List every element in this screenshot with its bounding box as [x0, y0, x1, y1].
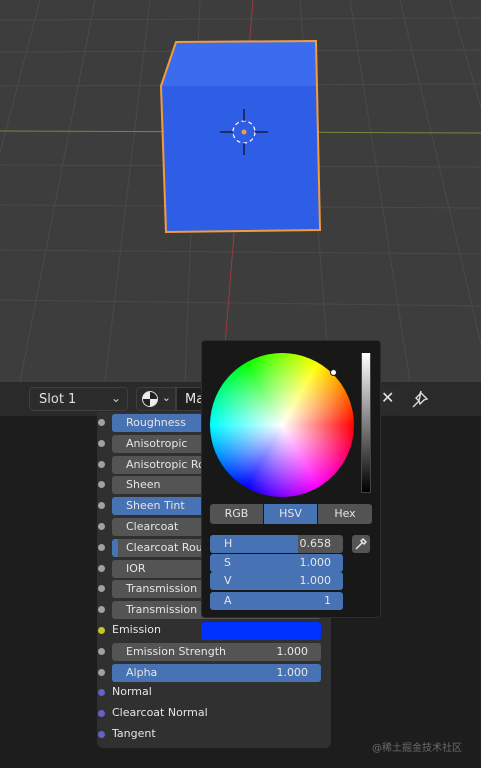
input-socket[interactable] [98, 647, 105, 655]
node-input-label: Sheen [126, 478, 161, 492]
node-input-label: Anisotropic Rot [126, 457, 210, 471]
node-input-label: IOR [126, 561, 146, 575]
node-input-slider[interactable]: Emission Strength 1.000 [112, 642, 321, 661]
color-mode-tabs: RGB HSV Hex [210, 504, 372, 524]
node-input-label: Emission [112, 623, 161, 636]
input-socket[interactable] [98, 668, 105, 676]
node-input-label: Transmission R [126, 603, 209, 617]
node-row: Clearcoat Normal [97, 703, 331, 724]
node-input-label: Tangent [112, 727, 156, 740]
hue-field[interactable]: H 0.658 [210, 535, 343, 553]
watermark: @稀土掘金技术社区 [372, 743, 462, 754]
node-input-label: Emission Strength [126, 644, 227, 658]
color-picker-popup: RGB HSV Hex H 0.658 S 1.000 V 1.000 A 1 [201, 340, 381, 618]
value-slider-handle[interactable] [362, 353, 370, 357]
saturation-value: 1.000 [299, 556, 332, 569]
input-socket[interactable] [98, 419, 105, 426]
node-input-value: 1.000 [276, 665, 309, 679]
node-input-label: Transmission [126, 582, 198, 596]
input-socket[interactable] [98, 585, 105, 593]
slot-label: Slot 1 [39, 392, 77, 407]
node-input-label: Clearcoat [126, 520, 179, 533]
tab-rgb[interactable]: RGB [210, 504, 263, 524]
node-input-label: Clearcoat Roug [126, 540, 210, 554]
input-socket[interactable] [98, 731, 105, 738]
eyedropper-button[interactable] [352, 535, 370, 553]
input-socket[interactable] [98, 523, 105, 530]
alpha-label: A [224, 594, 232, 607]
node-input-label: Clearcoat Normal [112, 706, 208, 720]
input-socket[interactable] [98, 481, 105, 489]
node-input-slider[interactable]: Alpha 1.000 [112, 663, 321, 682]
node-input-label: Alpha [126, 665, 158, 679]
slot-dropdown[interactable]: Slot 1 ⌄ [29, 387, 128, 411]
value-slider[interactable] [361, 353, 371, 493]
saturation-field[interactable]: S 1.000 [210, 554, 343, 572]
node-row: Emission Strength 1.000 [97, 641, 331, 662]
chevron-down-icon: ⌄ [110, 391, 121, 405]
alpha-value: 1 [324, 594, 331, 607]
tab-hex[interactable]: Hex [318, 504, 372, 524]
pin-icon[interactable] [408, 389, 430, 409]
3d-viewport[interactable] [0, 0, 481, 382]
alpha-field[interactable]: A 1 [210, 592, 343, 610]
node-input-value: 1.000 [276, 644, 309, 658]
input-socket[interactable] [98, 627, 105, 634]
eyedropper-icon [355, 537, 368, 550]
node-input-label: Roughness [126, 416, 187, 429]
tab-hsv[interactable]: HSV [264, 504, 317, 524]
value-label: V [224, 574, 232, 587]
hue-label: H [224, 537, 233, 550]
input-socket[interactable] [98, 543, 105, 551]
color-wheel-cursor[interactable] [330, 369, 337, 376]
input-socket[interactable] [98, 460, 105, 468]
saturation-label: S [224, 556, 231, 569]
input-socket[interactable] [98, 439, 105, 447]
viewport-scene [0, 0, 481, 382]
input-socket[interactable] [98, 710, 105, 718]
input-socket[interactable] [98, 689, 105, 697]
slider-fill [112, 538, 119, 557]
value-field[interactable]: V 1.000 [210, 572, 343, 590]
material-browse-button[interactable]: ⌄ [136, 387, 176, 411]
node-row: Emission [97, 620, 331, 641]
emission-color-swatch[interactable] [201, 622, 321, 640]
cube-object [159, 39, 322, 234]
input-socket[interactable] [98, 502, 105, 510]
chevron-down-icon: ⌄ [161, 391, 171, 404]
close-icon: ✕ [381, 388, 395, 407]
input-socket[interactable] [98, 606, 105, 614]
input-socket[interactable] [98, 564, 105, 572]
hue-value: 0.658 [299, 537, 332, 550]
node-row: Normal [97, 682, 331, 703]
node-row: Tangent [97, 724, 331, 745]
value-value: 1.000 [299, 574, 332, 587]
node-row: Alpha 1.000 [97, 662, 331, 683]
node-input-label: Anisotropic [126, 436, 188, 450]
material-sphere-icon [142, 391, 158, 407]
node-input-label: Normal [112, 685, 152, 699]
node-input-label: Sheen Tint [126, 499, 185, 513]
